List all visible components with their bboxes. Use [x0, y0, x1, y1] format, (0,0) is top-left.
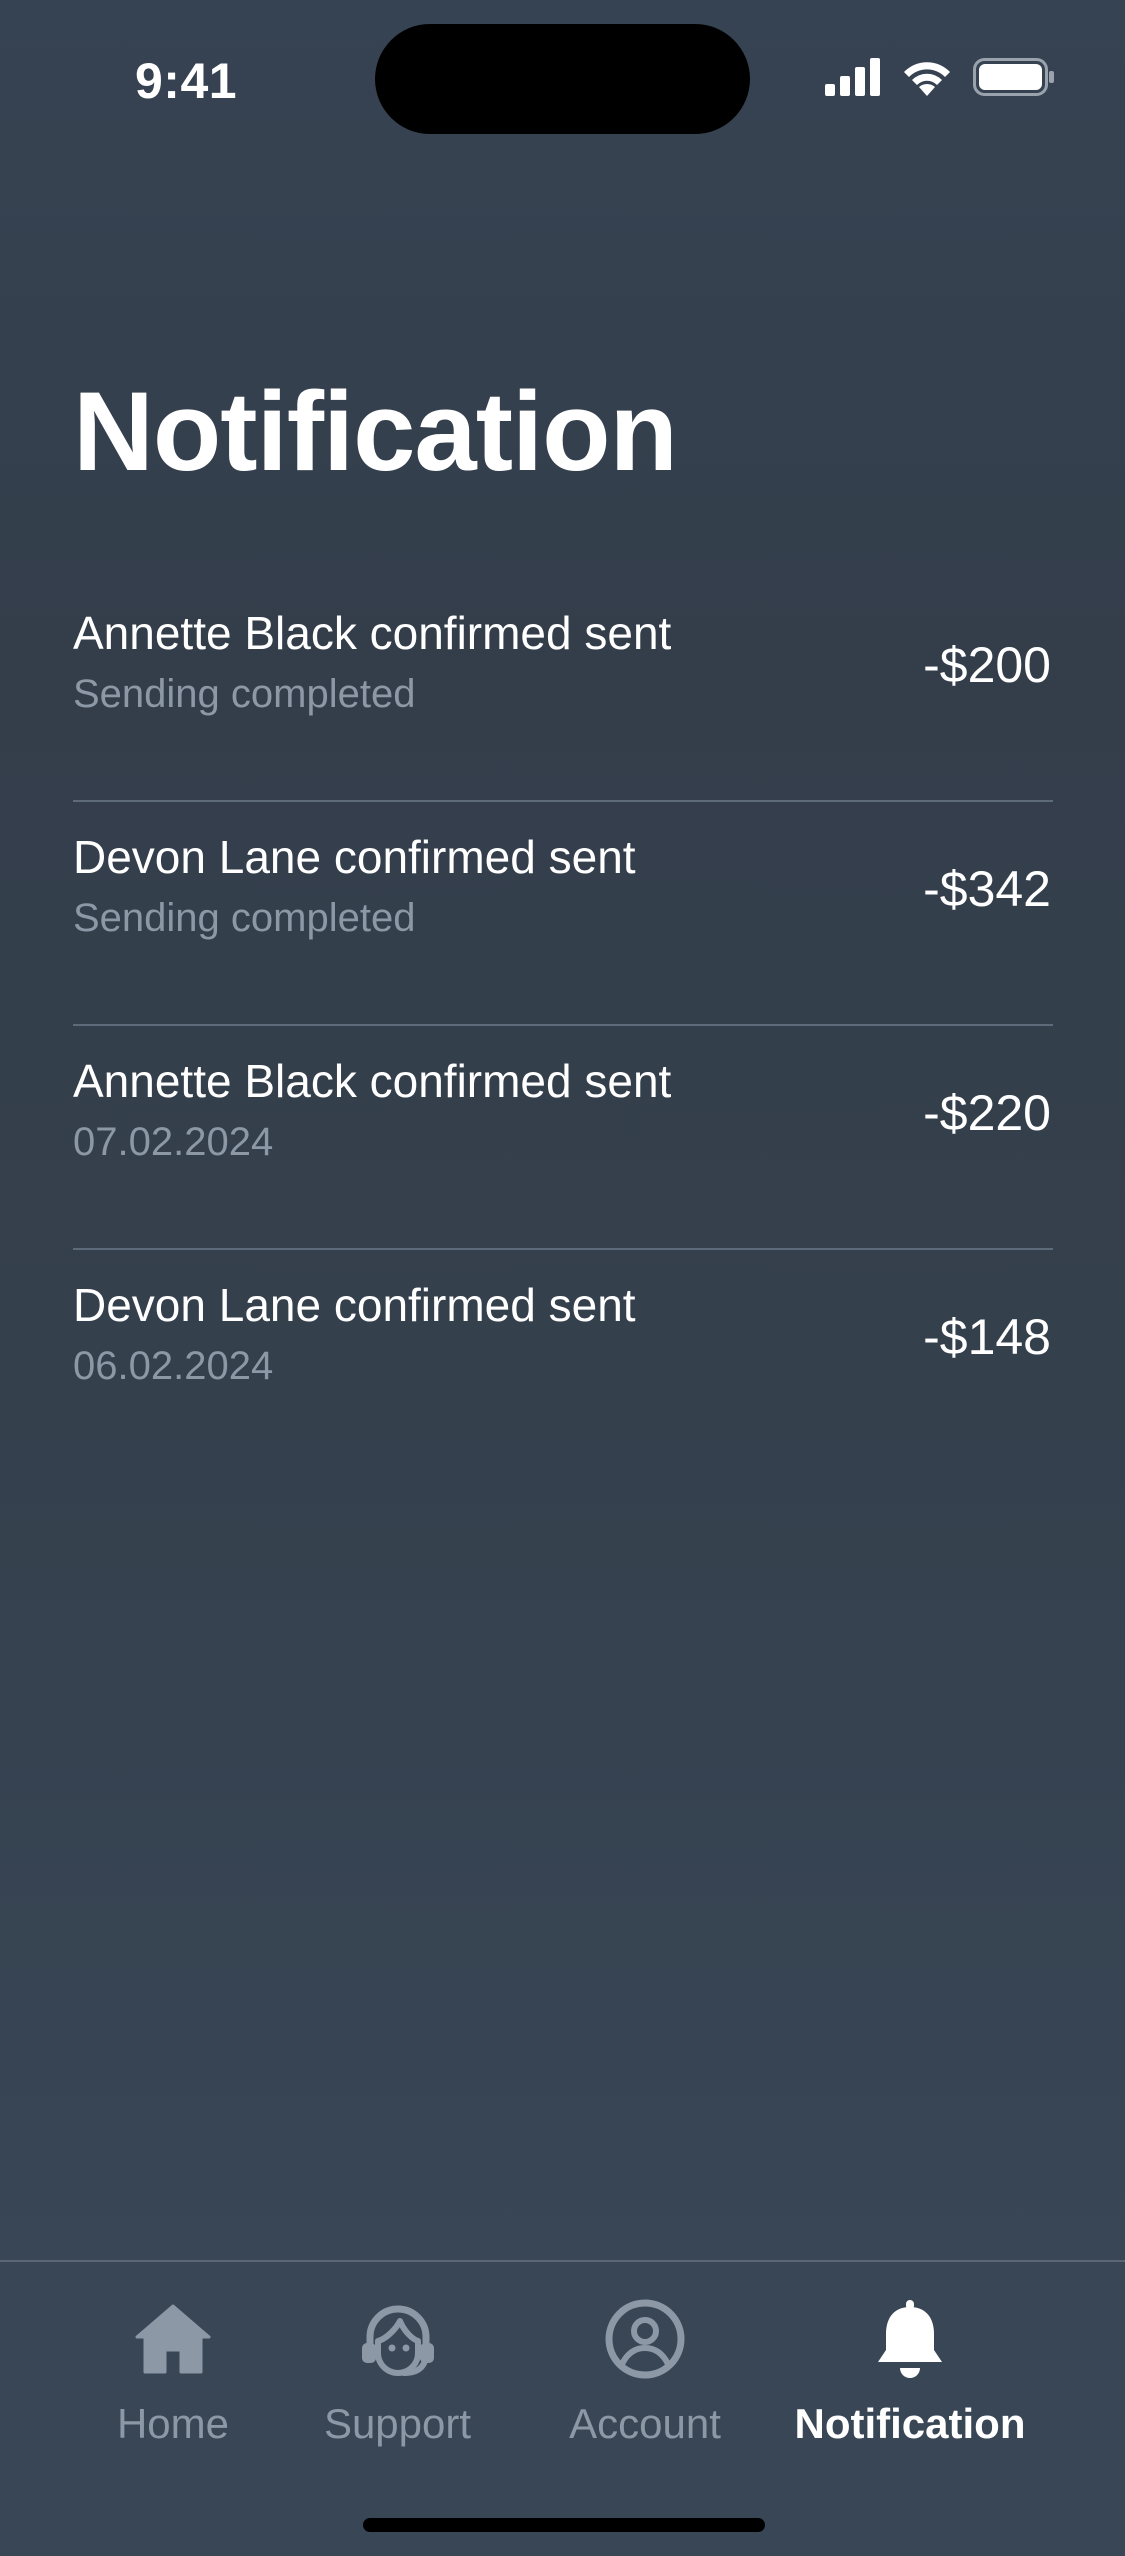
home-icon [128, 2294, 218, 2384]
battery-icon [973, 58, 1055, 101]
tab-support[interactable]: Support [300, 2262, 495, 2462]
notification-amount: -$342 [923, 861, 1051, 917]
notification-amount: -$148 [923, 1309, 1051, 1365]
notification-item[interactable]: Annette Black confirmed sent 07.02.2024 … [73, 1026, 1053, 1250]
status-icons [825, 58, 1055, 101]
account-icon [600, 2294, 690, 2384]
dynamic-island [375, 24, 750, 134]
notification-title: Devon Lane confirmed sent [73, 1279, 636, 1331]
notification-amount: -$220 [923, 1085, 1051, 1141]
notification-subtitle: 06.02.2024 [73, 1344, 274, 1388]
notification-subtitle: Sending completed [73, 896, 416, 940]
tab-bar: Home Support Account Notification [0, 2260, 1125, 2556]
tab-label: Home [116, 2400, 230, 2447]
tab-label: Account [569, 2400, 721, 2447]
tab-notification[interactable]: Notification [790, 2262, 1030, 2462]
notification-title: Annette Black confirmed sent [73, 607, 672, 659]
bell-icon [865, 2294, 955, 2384]
notification-title: Devon Lane confirmed sent [73, 831, 636, 883]
cellular-signal-icon [825, 58, 881, 101]
notification-item[interactable]: Annette Black confirmed sent Sending com… [73, 578, 1053, 802]
notification-subtitle: 07.02.2024 [73, 1120, 274, 1164]
notification-item[interactable]: Devon Lane confirmed sent 06.02.2024 -$1… [73, 1250, 1053, 1474]
notification-amount: -$200 [923, 637, 1051, 693]
notification-title: Annette Black confirmed sent [73, 1055, 672, 1107]
notification-subtitle: Sending completed [73, 672, 416, 716]
tab-label: Support [323, 2400, 472, 2447]
notification-list: Annette Black confirmed sent Sending com… [73, 578, 1053, 1474]
status-time: 9:41 [135, 53, 238, 109]
wifi-icon [901, 58, 953, 101]
tab-home[interactable]: Home [108, 2262, 238, 2462]
tab-account[interactable]: Account [555, 2262, 735, 2462]
page-title: Notification [73, 369, 678, 494]
support-icon [353, 2294, 443, 2384]
status-bar: 9:41 [0, 0, 1125, 160]
tab-label: Notification [794, 2400, 1026, 2447]
notification-item[interactable]: Devon Lane confirmed sent Sending comple… [73, 802, 1053, 1026]
home-indicator [363, 2518, 765, 2532]
